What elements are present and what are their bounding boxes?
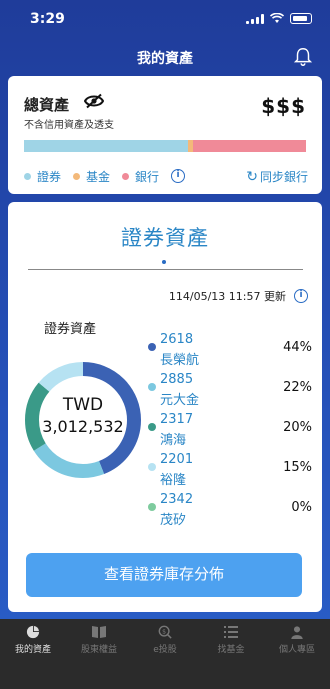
holding-percent: 22% [283, 380, 312, 395]
page-title: 我的資產 [137, 51, 193, 67]
update-info-icon[interactable]: i [294, 289, 308, 303]
total-assets-value: $$$ [261, 94, 306, 118]
search-coin-icon: $ [158, 625, 172, 639]
eye-off-icon[interactable] [84, 93, 104, 109]
holding-code: 2342 [160, 492, 194, 507]
refresh-icon: ↻ [246, 168, 258, 185]
holding-row[interactable]: 2201 裕隆 15% [148, 450, 312, 490]
holding-code: 2885 [160, 372, 194, 387]
status-bar: 3:29 [0, 0, 330, 36]
sync-bank-button[interactable]: ↻ 同步銀行 [246, 168, 308, 185]
holding-dot [148, 343, 156, 351]
securities-card: 證券資產 114/05/13 11:57 更新 i 證券資產 TWD 3,012… [8, 202, 322, 612]
total-assets-title: 總資產 [24, 96, 70, 114]
tab-shareholder-equity[interactable]: 股東權益 [66, 619, 132, 689]
holding-percent: 15% [283, 460, 312, 475]
legend-label-bank: 銀行 [135, 169, 160, 184]
sync-bank-label: 同步銀行 [259, 170, 308, 184]
bottom-tab-bar: 我的資產 股東權益 $ e投股 找基金 個人專區 [0, 619, 330, 689]
svg-text:$: $ [162, 628, 166, 635]
cellular-signal-icon [246, 13, 264, 24]
tab-label: 個人專區 [278, 645, 315, 655]
pie-chart-icon [26, 625, 40, 639]
allocation-segment-2 [193, 140, 306, 152]
total-assets-subtitle: 不含信用資產及透支 [24, 120, 114, 131]
allocation-bar [24, 140, 306, 152]
holding-percent: 0% [291, 500, 312, 515]
title-divider [28, 269, 303, 270]
info-icon[interactable]: i [171, 169, 186, 183]
legend-dot-securities [24, 172, 31, 180]
holding-dot [148, 423, 156, 431]
wifi-icon [270, 13, 284, 23]
tab-e-stock[interactable]: $ e投股 [132, 619, 198, 689]
legend-dot-funds [73, 172, 81, 180]
holding-code: 2201 [160, 452, 194, 467]
tab-label: 找基金 [217, 645, 245, 655]
holding-dot [148, 383, 156, 391]
holding-dot [148, 463, 156, 471]
tab-personal-area[interactable]: 個人專區 [264, 619, 330, 689]
allocation-legend: 證券 基金 銀行 i ↻ 同步銀行 [24, 168, 308, 185]
tab-label: 我的資產 [14, 645, 51, 655]
holding-row[interactable]: 2885 元大金 22% [148, 370, 312, 410]
holding-name: 元大金 [160, 393, 200, 408]
book-icon [92, 626, 106, 638]
legend-securities: 證券 [24, 168, 61, 185]
tab-my-assets[interactable]: 我的資產 [0, 619, 66, 689]
holding-name: 鴻海 [160, 433, 187, 448]
holding-row[interactable]: 2618 長榮航 44% [148, 330, 312, 370]
allocation-segment-0 [24, 140, 188, 152]
page-indicator-dot [162, 260, 166, 264]
tab-find-funds[interactable]: 找基金 [198, 619, 264, 689]
legend-bank: 銀行 [122, 168, 159, 185]
update-time: 114/05/13 11:57 更新 [168, 290, 286, 303]
legend-funds: 基金 [73, 168, 110, 185]
holding-name: 裕隆 [160, 473, 187, 488]
holding-percent: 44% [283, 340, 312, 355]
tab-label: 股東權益 [80, 645, 117, 655]
list-icon [224, 626, 238, 638]
status-icons [246, 13, 312, 24]
view-securities-distribution-button[interactable]: 查看證券庫存分佈 [26, 553, 302, 597]
holding-name: 長榮航 [160, 353, 200, 368]
legend-label-securities: 證券 [37, 169, 62, 184]
bell-icon[interactable] [292, 46, 314, 68]
person-icon [291, 626, 303, 639]
donut-amount: 3,012,532 [42, 417, 124, 436]
donut-currency: TWD [62, 395, 104, 415]
holding-dot [148, 503, 156, 511]
tab-label: e投股 [153, 645, 177, 655]
donut-caption: 證券資產 [44, 322, 97, 337]
holding-name: 茂矽 [160, 513, 187, 528]
battery-icon [290, 13, 312, 24]
holding-code: 2618 [160, 332, 194, 347]
holding-row[interactable]: 2342 茂矽 0% [148, 490, 312, 530]
app-header: 我的資產 [0, 42, 330, 72]
holdings-list: 2618 長榮航 44% 2885 元大金 22% 2317 鴻海 20% 22… [148, 330, 312, 530]
update-time-row: 114/05/13 11:57 更新 i [169, 288, 308, 304]
holding-percent: 20% [283, 420, 312, 435]
holding-code: 2317 [160, 412, 194, 427]
legend-label-funds: 基金 [86, 169, 111, 184]
securities-title: 證券資產 [121, 226, 209, 250]
holding-row[interactable]: 2317 鴻海 20% [148, 410, 312, 450]
total-assets-card: 總資產 不含信用資產及透支 $$$ 證券 基金 銀行 i ↻ 同步銀行 [8, 76, 322, 194]
legend-dot-bank [122, 172, 130, 180]
status-time: 3:29 [30, 11, 65, 27]
